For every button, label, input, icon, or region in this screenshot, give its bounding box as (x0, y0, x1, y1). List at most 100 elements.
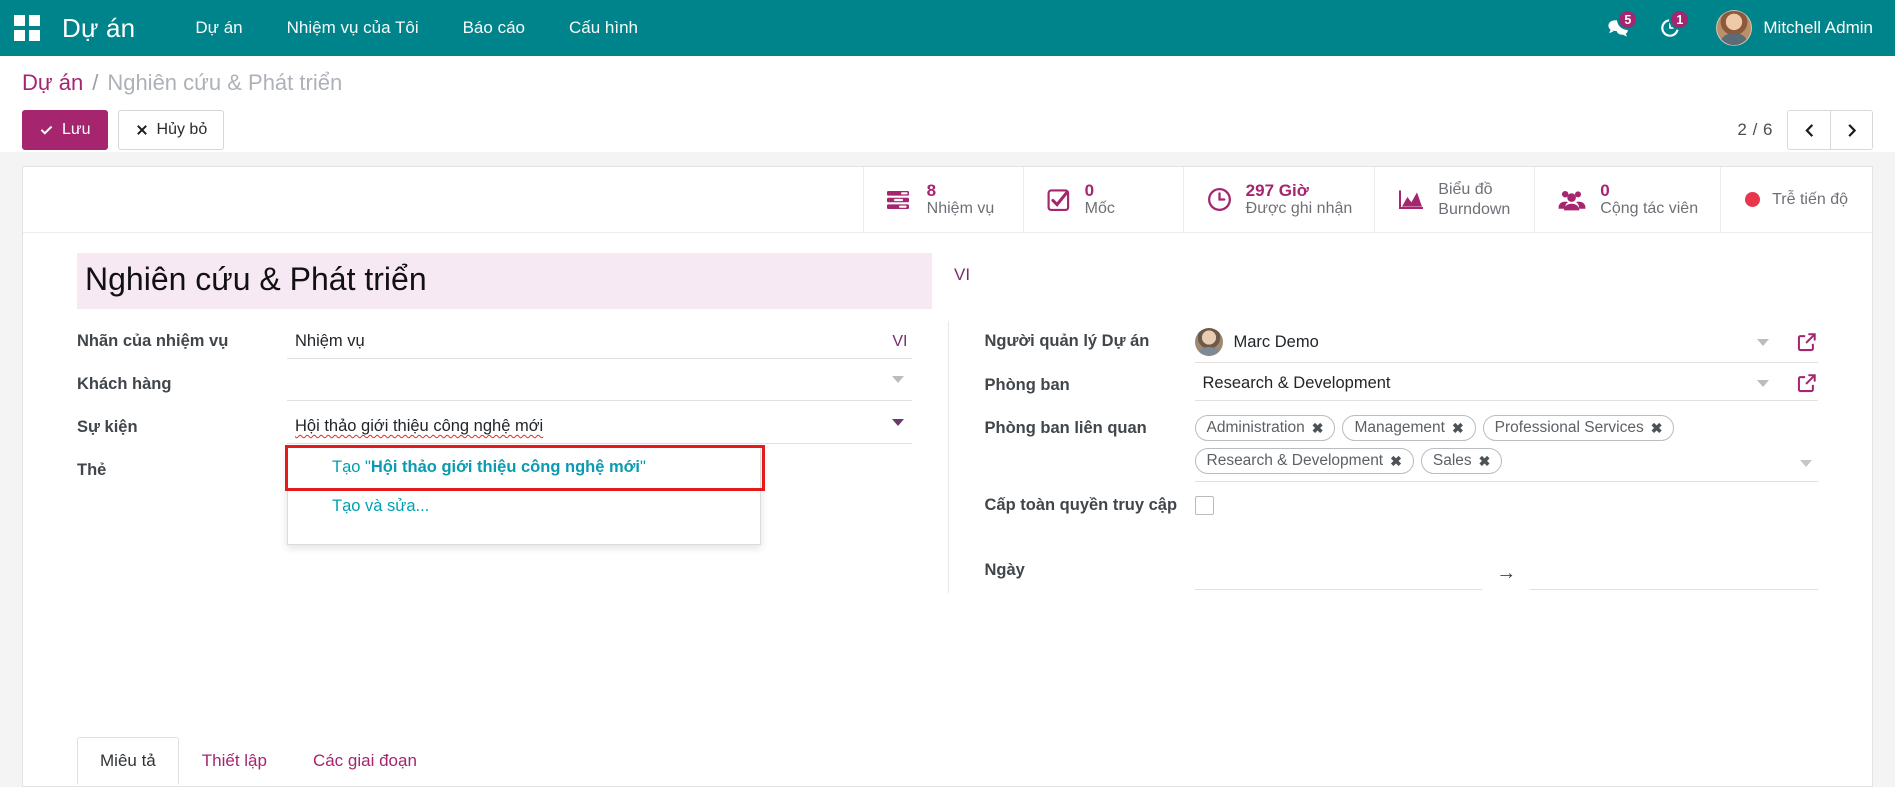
field-label: Ngày (985, 550, 1195, 581)
field-project-manager: Người quản lý Dự án Marc Demo (985, 321, 1819, 363)
activities-clock-icon[interactable]: 1 (1646, 8, 1694, 48)
apps-grid-cell (14, 15, 25, 26)
create-suffix: " (640, 458, 646, 476)
task-label-input[interactable] (287, 325, 892, 358)
chevron-down-icon[interactable] (892, 419, 904, 426)
field-related-departments: Phòng ban liên quan Administration ✖ Man… (985, 408, 1819, 482)
project-manager-input[interactable]: Marc Demo (1195, 325, 1819, 363)
full-access-checkbox[interactable] (1195, 496, 1214, 515)
chevron-right-icon (1845, 123, 1858, 138)
stat-text: 297 Giờ Được ghi nhận (1246, 181, 1353, 219)
stat-button-box: 8 Nhiệm vụ 0 Mốc (23, 167, 1872, 233)
tag-item[interactable]: Sales ✖ (1421, 448, 1503, 474)
chevron-down-icon[interactable] (1800, 460, 1812, 467)
stat-value: Biểu đồ (1438, 180, 1510, 199)
form-sheet: 8 Nhiệm vụ 0 Mốc (22, 166, 1873, 787)
stat-button-milestones[interactable]: 0 Mốc (1023, 167, 1183, 232)
apps-menu-icon[interactable] (14, 15, 40, 41)
stat-label: Cộng tác viên (1600, 200, 1698, 218)
field-value: Hội thảo giới thiệu công nghệ mới Tạo "H… (287, 407, 912, 444)
date-range-arrow-icon: → (1482, 562, 1530, 589)
form-sheet-background: 8 Nhiệm vụ 0 Mốc (0, 152, 1895, 787)
tag-item[interactable]: Management ✖ (1342, 415, 1475, 441)
menu-item-reporting[interactable]: Báo cáo (441, 10, 547, 46)
discard-button[interactable]: Hủy bỏ (118, 110, 225, 150)
pager-previous-button[interactable] (1788, 111, 1830, 149)
messages-icon[interactable]: 5 (1594, 8, 1642, 48)
event-input[interactable]: Hội thảo giới thiệu công nghệ mới (287, 411, 912, 444)
messages-badge: 5 (1617, 9, 1638, 30)
pager-next-button[interactable] (1830, 111, 1872, 149)
customer-input[interactable] (287, 368, 912, 401)
stat-text: 0 Cộng tác viên (1600, 181, 1698, 219)
date-range: → (1195, 554, 1819, 590)
apps-grid-cell (14, 30, 25, 41)
stat-text: 0 Mốc (1085, 181, 1115, 219)
related-departments-tags[interactable]: Administration ✖ Management ✖ Profession… (1195, 412, 1819, 482)
field-department: Phòng ban Research & Development (985, 365, 1819, 406)
chevron-left-icon (1803, 123, 1816, 138)
chevron-down-icon[interactable] (1757, 380, 1769, 387)
tab-description[interactable]: Miêu tả (77, 737, 179, 785)
create-prefix: Tạo " (332, 458, 371, 476)
stat-button-collaborators[interactable]: 0 Cộng tác viên (1534, 167, 1720, 232)
tab-stages[interactable]: Các giai đoạn (290, 737, 440, 785)
breadcrumb-root[interactable]: Dự án (22, 70, 83, 96)
status-badge[interactable]: Trễ tiến độ (1720, 167, 1872, 232)
stat-button-burndown-chart[interactable]: Biểu đồ Burndown (1374, 167, 1534, 232)
stat-button-hours-recorded[interactable]: 297 Giờ Được ghi nhận (1183, 167, 1375, 232)
menu-item-my-tasks[interactable]: Nhiệm vụ của Tôi (265, 10, 441, 46)
internal-link-icon[interactable] (1796, 331, 1818, 353)
field-label: Người quản lý Dự án (985, 321, 1195, 352)
user-menu[interactable]: Mitchell Admin (1716, 10, 1873, 46)
date-start-input[interactable] (1195, 560, 1483, 590)
avatar (1195, 328, 1223, 356)
task-label-language-badge[interactable]: VI (892, 333, 911, 351)
app-brand[interactable]: Dự án (62, 13, 135, 44)
stat-label: Được ghi nhận (1246, 200, 1353, 218)
menu-item-projects[interactable]: Dự án (173, 10, 264, 46)
tag-remove-icon[interactable]: ✖ (1312, 420, 1324, 437)
status-dot-icon (1745, 192, 1760, 207)
field-value: Administration ✖ Management ✖ Profession… (1195, 408, 1819, 482)
field-dates: Ngày → (985, 550, 1819, 591)
stat-button-tasks[interactable]: 8 Nhiệm vụ (863, 167, 1023, 232)
tag-remove-icon[interactable]: ✖ (1390, 453, 1402, 470)
stat-value: 297 Giờ (1246, 181, 1353, 201)
tag-item[interactable]: Research & Development ✖ (1195, 448, 1414, 474)
stat-label: Nhiệm vụ (927, 200, 995, 218)
navbar-systray: 5 1 Mitchell Admin (1594, 8, 1873, 48)
internal-link-icon[interactable] (1796, 372, 1818, 394)
check-icon (39, 123, 54, 138)
save-button[interactable]: Lưu (22, 110, 108, 150)
field-label: Cấp toàn quyền truy cập (985, 484, 1195, 518)
project-manager-value: Marc Demo (1234, 333, 1747, 352)
breadcrumb-separator: / (92, 70, 98, 96)
department-input[interactable]: Research & Development (1195, 369, 1819, 401)
chevron-down-icon[interactable] (1757, 339, 1769, 346)
field-label: Khách hàng (77, 364, 287, 395)
autocomplete-create-and-edit-option[interactable]: Tạo và sửa... (288, 487, 760, 526)
project-name-input[interactable] (77, 253, 932, 309)
tag-item[interactable]: Administration ✖ (1195, 415, 1336, 441)
discard-label: Hủy bỏ (157, 121, 208, 139)
tag-label: Sales (1433, 452, 1472, 470)
tab-settings[interactable]: Thiết lập (179, 737, 290, 785)
chevron-down-icon[interactable] (892, 376, 904, 383)
tag-remove-icon[interactable]: ✖ (1651, 420, 1663, 437)
field-task-label: Nhãn của nhiệm vụ VI (77, 321, 912, 362)
tag-item[interactable]: Professional Services ✖ (1483, 415, 1675, 441)
date-end-input[interactable] (1530, 560, 1818, 590)
tag-remove-icon[interactable]: ✖ (1452, 420, 1464, 437)
menu-item-configuration[interactable]: Cấu hình (547, 10, 660, 46)
field-label: Thẻ (77, 450, 287, 481)
department-value: Research & Development (1195, 374, 1747, 393)
autocomplete-create-option[interactable]: Tạo "Hội thảo giới thiệu công nghệ mới" (288, 448, 760, 487)
main-menu: Dự án Nhiệm vụ của Tôi Báo cáo Cấu hình (173, 10, 660, 46)
tag-remove-icon[interactable]: ✖ (1479, 453, 1491, 470)
pager: 2 / 6 (1737, 110, 1873, 150)
title-language-badge[interactable]: VI (932, 253, 970, 285)
create-term: Hội thảo giới thiệu công nghệ mới (371, 458, 640, 476)
status-label: Trễ tiến độ (1772, 191, 1848, 209)
top-navbar: Dự án Dự án Nhiệm vụ của Tôi Báo cáo Cấu… (0, 0, 1895, 56)
